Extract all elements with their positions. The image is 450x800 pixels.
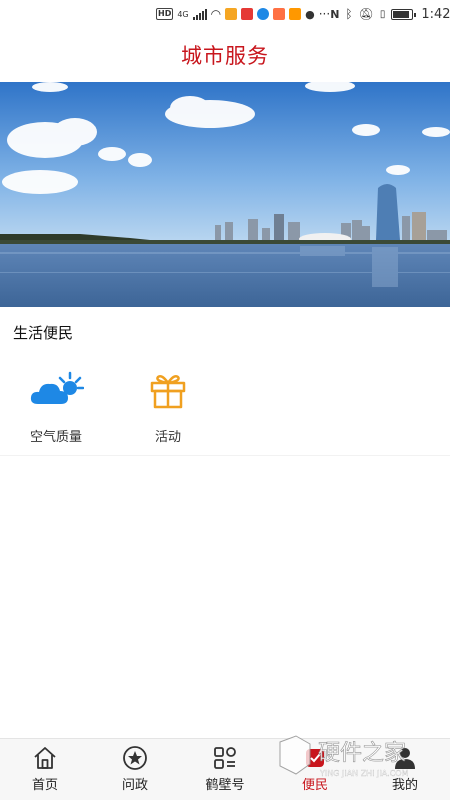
banner-image[interactable]: [0, 82, 450, 307]
service-label-air-quality: 空气质量: [29, 430, 82, 445]
wechat-icon: ●: [305, 7, 315, 21]
grid-apps-icon: [212, 745, 238, 771]
network-label: 4G: [177, 9, 189, 19]
mute-icon: 🔕︎: [358, 7, 374, 21]
nfc-icon: N: [330, 7, 340, 21]
app-orange-icon: [273, 8, 286, 20]
battery-icon: [391, 8, 417, 20]
header: 城市服务: [0, 28, 450, 82]
battery-fill: [393, 10, 409, 18]
tab-label-wenzheng: 问政: [121, 778, 148, 793]
app-blue-icon: [257, 8, 270, 20]
status-left: HD 4G ◠ ● ···: [156, 7, 330, 21]
page-title: 城市服务: [181, 44, 269, 68]
status-bar: HD 4G ◠ ● ··· N ᛒ 🔕︎ ▯ 1:42: [0, 0, 450, 28]
tab-home[interactable]: 首页: [0, 739, 90, 800]
clock: 1:42: [421, 6, 450, 22]
service-label-activity: 活动: [154, 430, 181, 445]
gift-icon: [140, 368, 196, 412]
watermark-text: 硬件之家: [318, 741, 406, 766]
wifi-icon: ◠: [210, 7, 222, 21]
service-air-quality[interactable]: 空气质量: [0, 368, 112, 455]
bluetooth-icon: ᛒ: [345, 7, 353, 21]
vibrate-icon: ▯: [379, 8, 386, 20]
weather-cloud-sun-icon: [28, 368, 84, 412]
tab-label-hebihao: 鹤壁号: [205, 778, 245, 793]
app-red-icon: [241, 8, 254, 20]
star-circle-icon: [122, 745, 148, 771]
services-grid: 空气质量 活动: [0, 368, 450, 456]
app-play-icon: [289, 8, 302, 20]
hd-badge: HD: [156, 8, 174, 20]
watermark-logo: 硬件之家 YING JIAN ZHI JIA.COM: [270, 732, 440, 782]
signal-icon: [192, 8, 207, 20]
tab-label-home: 首页: [31, 778, 58, 793]
service-activity[interactable]: 活动: [112, 368, 224, 455]
status-right: N ᛒ 🔕︎ ▯ 1:42: [330, 7, 450, 22]
tab-hebihao[interactable]: 鹤壁号: [180, 739, 270, 800]
banner-illustration: [0, 82, 450, 307]
more-dots-icon: ···: [318, 7, 331, 21]
home-icon: [32, 745, 58, 771]
section-title: 生活便民: [13, 324, 74, 342]
watermark-subtext: YING JIAN ZHI JIA.COM: [319, 769, 409, 778]
watermark-graphic: 硬件之家 YING JIAN ZHI JIA.COM: [279, 735, 409, 778]
tab-wenzheng[interactable]: 问政: [90, 739, 180, 800]
weibo-icon: [225, 8, 238, 20]
